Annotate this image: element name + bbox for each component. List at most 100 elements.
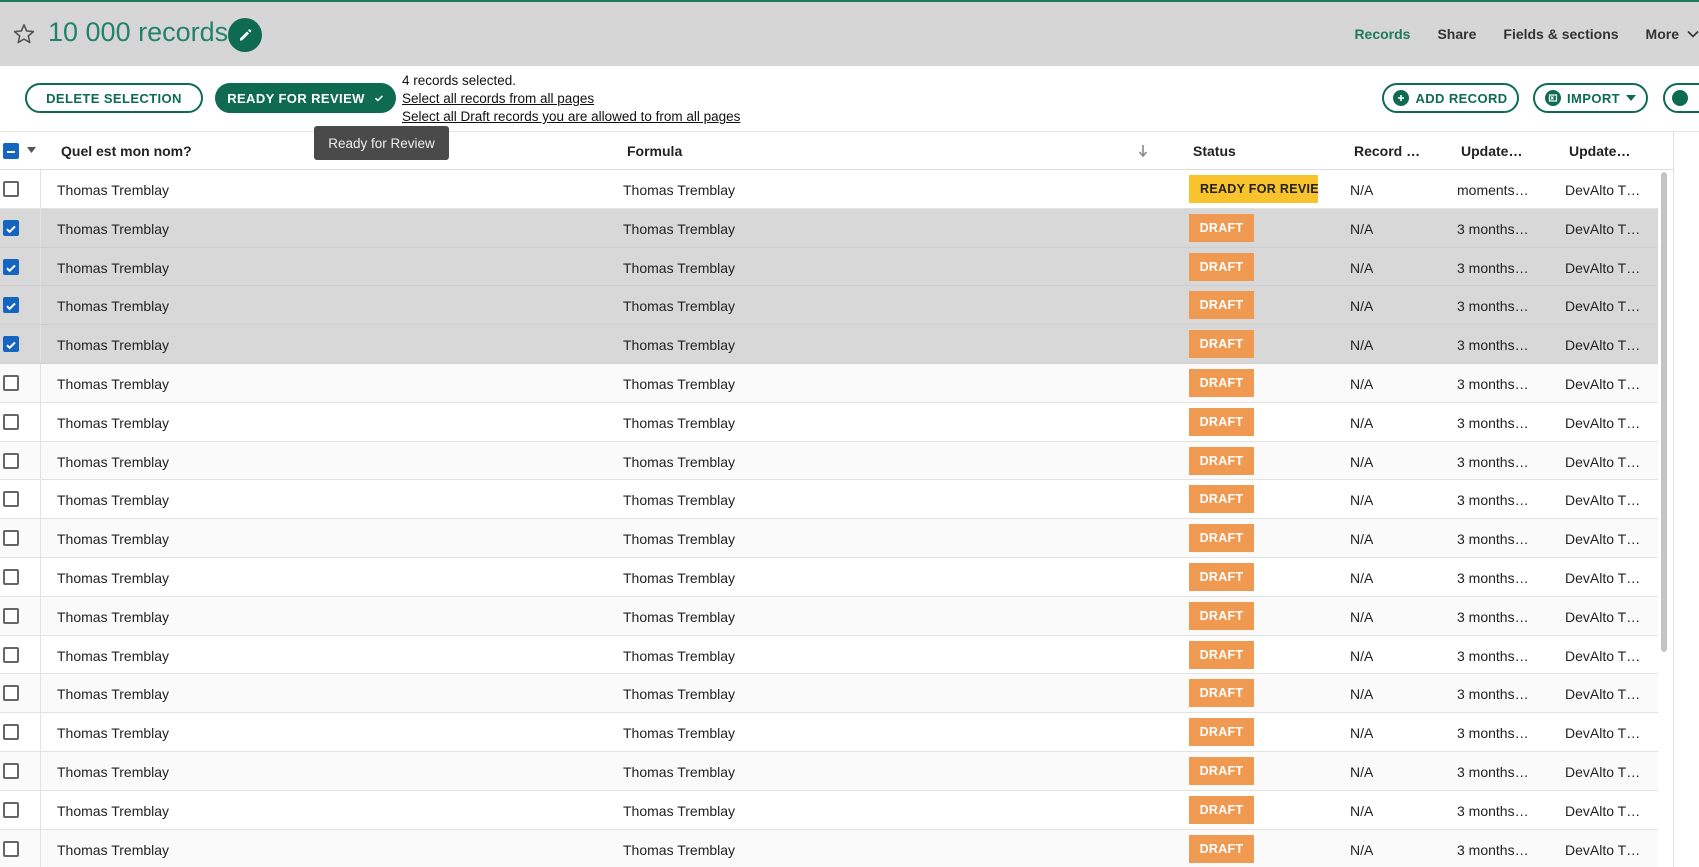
cell-updated: 3 months…: [1457, 531, 1529, 548]
sort-down-icon[interactable]: [1138, 144, 1148, 158]
selection-count: 4 records selected.: [402, 73, 517, 88]
nav-records[interactable]: Records: [1354, 26, 1410, 42]
cell-updated-by: DevAlto T…: [1565, 608, 1641, 625]
cell-updated-by: DevAlto T…: [1565, 725, 1641, 742]
row-checkbox[interactable]: [3, 646, 19, 663]
scrollbar-thumb[interactable]: [1661, 172, 1667, 652]
import-button[interactable]: IMPORT: [1533, 83, 1648, 113]
nav-share[interactable]: Share: [1437, 26, 1476, 42]
row-checkbox[interactable]: [3, 452, 19, 469]
column-header-formula[interactable]: Formula: [627, 143, 682, 159]
top-nav: Records Share Fields & sections More: [1354, 26, 1699, 42]
column-header-updated[interactable]: Update…: [1461, 143, 1522, 159]
cell-updated: 3 months…: [1457, 647, 1529, 664]
table-row[interactable]: Thomas Tremblay Thomas Tremblay N/A 3 month…: [0, 325, 1699, 364]
ready-for-review-label: READY FOR REVIEW: [227, 90, 365, 106]
table-row[interactable]: Thomas Tremblay Thomas Tremblay N/A 3 month…: [0, 558, 1699, 597]
cell-formula: Thomas Tremblay: [623, 802, 736, 819]
row-checkbox[interactable]: [3, 219, 19, 236]
select-all-checkbox[interactable]: [3, 143, 19, 159]
table-row[interactable]: Thomas Tremblay Thomas Tremblay N/A 3 month…: [0, 402, 1699, 442]
cell-updated: 3 months…: [1457, 608, 1529, 625]
row-checkbox[interactable]: [3, 840, 19, 857]
column-header-name[interactable]: Quel est mon nom?: [61, 143, 192, 159]
row-checkbox[interactable]: [3, 801, 19, 818]
table-row[interactable]: Thomas Tremblay Thomas Tremblay N/A 3 month…: [0, 247, 1699, 287]
add-record-button[interactable]: ADD RECORD: [1382, 83, 1519, 113]
row-checkbox[interactable]: [3, 491, 19, 508]
cell-record: N/A: [1350, 298, 1374, 315]
table-row[interactable]: Thomas Tremblay Thomas Tremblay N/A 3 month…: [0, 829, 1699, 867]
cell-updated: 3 months…: [1457, 376, 1529, 392]
vertical-scrollbar[interactable]: [1660, 172, 1668, 867]
nav-more[interactable]: More: [1646, 26, 1699, 42]
selection-info: 4 records selected. Select all records f…: [402, 72, 740, 126]
select-draft-records-link[interactable]: Select all Draft records you are allowed…: [402, 108, 740, 126]
table-row[interactable]: Thomas Tremblay Thomas Tremblay N/A 3 month…: [0, 790, 1699, 830]
row-checkbox[interactable]: [3, 724, 19, 741]
cell-updated-by: DevAlto T…: [1565, 570, 1641, 586]
column-divider: [40, 170, 41, 208]
table-row[interactable]: Thomas Tremblay Thomas Tremblay N/A 3 month…: [0, 480, 1699, 520]
row-checkbox[interactable]: [3, 763, 19, 779]
column-divider: [40, 596, 41, 635]
cell-updated: 3 months…: [1457, 764, 1529, 780]
cell-updated-by: DevAlto T…: [1565, 259, 1641, 276]
row-checkbox[interactable]: [3, 336, 19, 353]
row-checkbox[interactable]: [3, 530, 19, 547]
column-header-record[interactable]: Record …: [1354, 143, 1420, 159]
column-header-status[interactable]: Status: [1193, 143, 1236, 159]
delete-selection-button[interactable]: DELETE SELECTION: [25, 83, 203, 113]
cell-name: Thomas Tremblay: [57, 686, 170, 703]
cell-updated: 3 months…: [1457, 802, 1529, 819]
row-checkbox[interactable]: [3, 685, 19, 702]
cell-formula: Thomas Tremblay: [623, 841, 736, 858]
table-row[interactable]: Thomas Tremblay Thomas Tremblay N/A 3 month…: [0, 713, 1699, 752]
table-row[interactable]: Thomas Tremblay Thomas Tremblay N/A 3 month…: [0, 286, 1699, 326]
cell-record: N/A: [1350, 182, 1374, 198]
cell-updated: moments…: [1457, 182, 1529, 198]
table-row[interactable]: Thomas Tremblay Thomas Tremblay N/A 3 month…: [0, 208, 1699, 248]
select-all-pages-link[interactable]: Select all records from all pages: [402, 90, 740, 108]
table-row[interactable]: Thomas Tremblay Thomas Tremblay N/A 3 month…: [0, 674, 1699, 714]
row-checkbox[interactable]: [3, 297, 19, 314]
row-checkbox[interactable]: [3, 181, 19, 197]
check-icon: [6, 225, 16, 234]
status-badge: DRAFT: [1189, 407, 1254, 436]
row-checkbox[interactable]: [3, 569, 19, 585]
select-menu-caret-icon[interactable]: [27, 147, 36, 153]
cell-name: Thomas Tremblay: [57, 220, 170, 237]
import-label: IMPORT: [1567, 90, 1620, 106]
cell-record: N/A: [1350, 492, 1374, 509]
tooltip: Ready for Review: [314, 126, 449, 160]
column-divider: [40, 286, 41, 325]
cell-name: Thomas Tremblay: [57, 453, 170, 470]
table-row[interactable]: Thomas Tremblay Thomas Tremblay N/A 3 month…: [0, 752, 1699, 791]
edit-title-button[interactable]: [228, 18, 262, 52]
table-row[interactable]: Thomas Tremblay Thomas Tremblay N/A 3 month…: [0, 596, 1699, 636]
table-row[interactable]: Thomas Tremblay Thomas Tremblay N/A 3 month…: [0, 441, 1699, 481]
column-header-updated-by[interactable]: Update…: [1569, 143, 1630, 159]
table-row[interactable]: Thomas Tremblay Thomas Tremblay N/A 3 month…: [0, 364, 1699, 403]
table-row[interactable]: Thomas Tremblay Thomas Tremblay N/A 3 month…: [0, 635, 1699, 675]
cell-formula: Thomas Tremblay: [623, 764, 736, 780]
nav-fields-sections[interactable]: Fields & sections: [1503, 26, 1618, 42]
star-icon[interactable]: [12, 22, 36, 46]
more-actions-button[interactable]: [1663, 83, 1699, 113]
cell-updated: 3 months…: [1457, 686, 1529, 703]
cell-name: Thomas Tremblay: [57, 337, 170, 354]
cell-updated: 3 months…: [1457, 570, 1529, 586]
row-checkbox[interactable]: [3, 413, 19, 430]
row-checkbox[interactable]: [3, 258, 19, 275]
cell-updated-by: DevAlto T…: [1565, 802, 1641, 819]
cell-updated: 3 months…: [1457, 841, 1529, 858]
cell-name: Thomas Tremblay: [57, 182, 170, 198]
row-checkbox[interactable]: [3, 607, 19, 624]
row-checkbox[interactable]: [3, 375, 19, 391]
cell-formula: Thomas Tremblay: [623, 298, 736, 315]
table-row[interactable]: Thomas Tremblay Thomas Tremblay N/A 3 month…: [0, 519, 1699, 558]
cell-updated: 3 months…: [1457, 725, 1529, 742]
cell-name: Thomas Tremblay: [57, 492, 170, 509]
table-row[interactable]: Thomas Tremblay Thomas Tremblay N/A moments…: [0, 170, 1699, 209]
ready-for-review-button[interactable]: READY FOR REVIEW: [215, 83, 396, 113]
